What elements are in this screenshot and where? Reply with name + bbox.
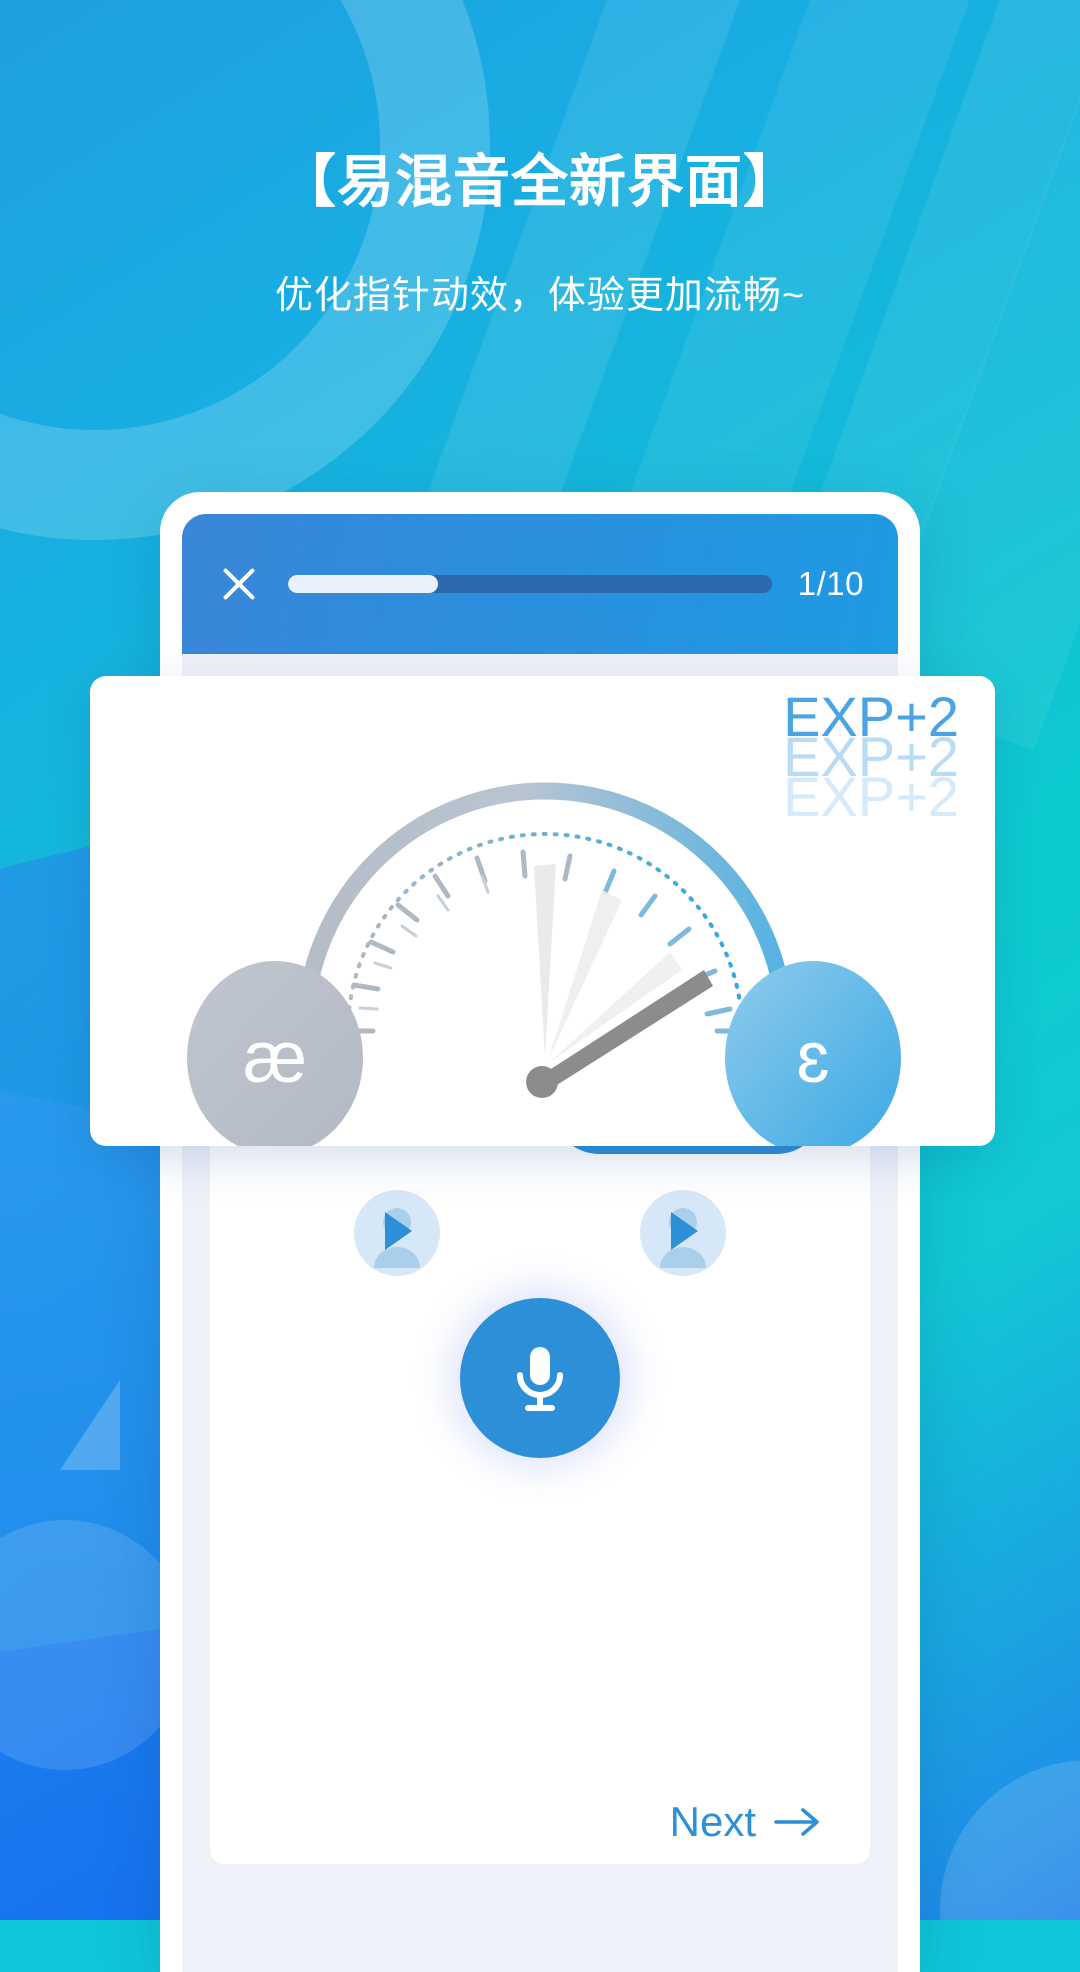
play-avatar-icon-left[interactable] <box>354 1190 440 1276</box>
play-avatar-icon-right[interactable] <box>640 1190 726 1276</box>
needle-trail-1 <box>534 864 556 1058</box>
lesson-progress-bar <box>288 575 772 593</box>
gauge-needle-pivot <box>526 1066 558 1098</box>
gauge-right-phoneme: ɛ <box>796 1018 829 1098</box>
play-avatar-icon <box>374 1208 420 1268</box>
arrow-right-icon <box>774 1808 819 1836</box>
record-button[interactable] <box>460 1298 620 1458</box>
close-icon[interactable] <box>216 561 262 607</box>
play-button-row <box>210 1190 870 1276</box>
decor-circle-bottom-right <box>940 1760 1080 1920</box>
gauge-left-phoneme: æ <box>243 1018 307 1098</box>
page-title: 【易混音全新界面】 <box>279 150 801 214</box>
pronunciation-gauge-card: EXP+2 EXP+2 EXP+2 æ ɛ <box>90 676 995 1146</box>
microphone-icon <box>517 1347 563 1411</box>
page-subtitle: 优化指针动效，体验更加流畅~ <box>274 274 806 317</box>
next-button[interactable]: Next <box>670 1798 824 1846</box>
pronunciation-gauge: æ ɛ <box>187 782 901 1146</box>
app-header: 1/10 <box>182 514 898 654</box>
decor-triangle-left <box>60 1380 120 1470</box>
gauge-needle <box>537 970 713 1090</box>
lesson-progress-fill <box>288 575 438 593</box>
lesson-counter: 1/10 <box>797 565 864 602</box>
next-button-label: Next <box>669 1798 756 1845</box>
play-avatar-icon <box>660 1208 706 1268</box>
poster-text-block: 【易混音全新界面】 优化指针动效，体验更加流畅~ <box>0 150 1080 319</box>
